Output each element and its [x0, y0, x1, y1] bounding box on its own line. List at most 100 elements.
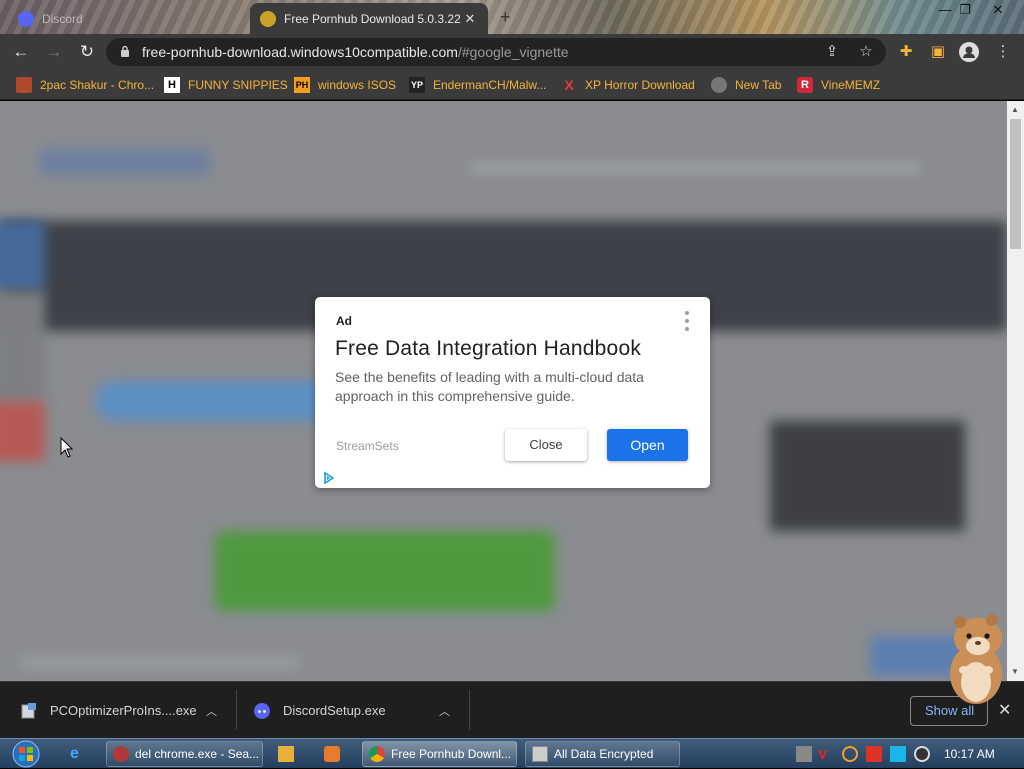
ad-body: See the benefits of leading with a multi… — [335, 369, 644, 404]
tab-pornhub-download[interactable]: Free Pornhub Download 5.0.3.22 ✕ — [250, 3, 488, 34]
page-scrollbar[interactable]: ▲ ▼ — [1007, 101, 1024, 681]
bookmark-item[interactable]: New Tab — [711, 76, 781, 94]
chrome-icon — [369, 746, 385, 762]
installer-file-icon — [21, 702, 36, 718]
taskbar-window-label: Free Pornhub Downl... — [391, 747, 512, 761]
windows-taskbar: e del chrome.exe - Sea... Free Pornhub D… — [0, 738, 1024, 768]
back-button[interactable]: ← — [10, 41, 32, 63]
mouse-cursor-icon — [60, 437, 74, 458]
tab-title: Discord — [42, 11, 83, 26]
discord-icon — [254, 702, 270, 719]
tab-discord[interactable]: Discord — [8, 3, 248, 34]
lock-icon — [121, 45, 129, 57]
media-player-icon — [278, 746, 294, 762]
site-nav — [470, 161, 920, 175]
share-icon[interactable]: ⇪ — [822, 42, 842, 62]
tray-flag-icon[interactable] — [866, 746, 882, 762]
start-button[interactable] — [8, 739, 44, 769]
taskbar-window-encrypted[interactable]: All Data Encrypted — [525, 741, 680, 767]
chevron-up-icon[interactable]: ︿ — [206, 703, 217, 719]
new-tab-button[interactable]: + — [500, 7, 511, 28]
social-share-rail-3 — [0, 401, 45, 461]
download-item[interactable]: PCOptimizerProIns....exe ︿ — [20, 682, 230, 739]
close-window-button[interactable]: ✕ — [983, 0, 1013, 20]
tray-monitor-icon[interactable] — [890, 746, 906, 762]
ad-advertiser[interactable]: StreamSets — [336, 439, 399, 453]
adchoices-icon[interactable] — [323, 472, 335, 484]
tray-network-icon[interactable] — [796, 746, 812, 762]
ad-options-icon[interactable] — [681, 311, 693, 331]
taskbar-ie[interactable]: e — [64, 741, 100, 767]
h-logo-icon: H — [164, 77, 180, 93]
divider — [469, 690, 470, 730]
taskbar-media-player[interactable] — [272, 741, 308, 767]
address-bar[interactable]: free-pornhub-download.windows10compatibl… — [106, 38, 886, 66]
scroll-up-icon[interactable]: ▲ — [1011, 105, 1019, 114]
ad-label: Ad — [336, 314, 352, 328]
taskbar-app[interactable] — [318, 741, 354, 767]
bookmark-item[interactable]: PH windows ISOS — [294, 76, 396, 94]
social-share-rail — [0, 221, 45, 291]
forward-button[interactable]: → — [43, 41, 65, 63]
yp-logo-icon: YP — [409, 77, 425, 93]
r-logo-icon: R — [797, 77, 813, 93]
chevron-up-icon[interactable]: ︿ — [439, 703, 450, 719]
bookmark-label: VineMEMZ — [821, 78, 881, 92]
browser-toolbar: ← → ↻ free-pornhub-download.windows10com… — [0, 34, 1024, 70]
close-tab-icon[interactable]: ✕ — [462, 11, 478, 27]
tray-volume-icon[interactable] — [914, 746, 930, 762]
bookmark-item[interactable]: 2pac Shakur - Chro... — [16, 76, 154, 94]
ad-headline[interactable]: Free Data Integration Handbook — [335, 337, 641, 361]
tab-title: Free Pornhub Download 5.0.3.22 — [284, 11, 461, 26]
fist-icon — [16, 77, 32, 93]
url-path: /#google_vignette — [457, 44, 569, 60]
download-filename: PCOptimizerProIns....exe — [50, 703, 197, 718]
bookmark-label: XP Horror Download — [585, 78, 695, 92]
internet-explorer-icon: e — [70, 745, 79, 762]
url-text: free-pornhub-download.windows10compatibl… — [142, 44, 569, 60]
taskbar-clock[interactable]: 10:17 AM — [944, 747, 995, 761]
taskbar-window-label: All Data Encrypted — [554, 747, 654, 761]
window-icon — [532, 746, 548, 762]
bookmark-label: New Tab — [735, 78, 782, 92]
side-panel-icon[interactable]: ▣ — [928, 42, 948, 62]
site-logo — [40, 149, 210, 175]
download-item[interactable]: DiscordSetup.exe ︿ — [253, 682, 463, 739]
search-app-icon — [113, 746, 129, 762]
reload-button[interactable]: ↻ — [76, 41, 98, 63]
profile-avatar-icon[interactable] — [959, 42, 979, 62]
scroll-down-icon[interactable]: ▼ — [1011, 667, 1019, 676]
taskbar-window-search[interactable]: del chrome.exe - Sea... — [106, 741, 263, 767]
side-thumbnail — [770, 421, 965, 531]
footer-text — [20, 656, 300, 668]
bookmarks-bar: 2pac Shakur - Chro... H FUNNY SNIPPIES P… — [0, 70, 1024, 100]
tray-v-icon[interactable]: V — [818, 746, 834, 762]
url-host: free-pornhub-download.windows10compatibl… — [142, 44, 458, 60]
tab-strip: Discord Free Pornhub Download 5.0.3.22 ✕… — [0, 0, 1024, 34]
ad-close-button[interactable]: Close — [505, 429, 587, 461]
taskbar-window-label: del chrome.exe - Sea... — [135, 747, 260, 761]
bookmark-item[interactable]: H FUNNY SNIPPIES — [164, 76, 288, 94]
discord-icon — [18, 10, 34, 27]
scroll-thumb[interactable] — [1010, 119, 1021, 249]
divider — [236, 690, 237, 730]
bookmark-item[interactable]: R VineMEMZ — [797, 76, 880, 94]
bookmark-item[interactable]: X XP Horror Download — [561, 76, 695, 94]
bookmark-star-icon[interactable]: ☆ — [856, 42, 876, 62]
download-filename: DiscordSetup.exe — [283, 703, 386, 718]
hamster-desktop-pet[interactable] — [940, 612, 1010, 707]
bookmark-item[interactable]: YP EndermanCH/Malw... — [409, 76, 546, 94]
site-favicon-icon — [260, 10, 276, 27]
taskbar-window-chrome[interactable]: Free Pornhub Downl... — [362, 741, 517, 767]
globe-icon — [711, 77, 727, 93]
bookmark-label: FUNNY SNIPPIES — [188, 78, 288, 92]
ad-open-button[interactable]: Open — [607, 429, 688, 461]
bookmark-label: EndermanCH/Malw... — [433, 78, 547, 92]
menu-kebab-icon[interactable]: ⋮ — [993, 42, 1013, 62]
tray-search-icon[interactable] — [842, 746, 858, 762]
download-link-button — [95, 381, 335, 421]
bookmark-label: windows ISOS — [318, 78, 397, 92]
ad-vignette-dialog: Ad Free Data Integration Handbook See th… — [315, 297, 710, 488]
extensions-puzzle-icon[interactable]: ✚ — [896, 42, 916, 62]
restore-button[interactable]: ❐ — [950, 0, 980, 20]
